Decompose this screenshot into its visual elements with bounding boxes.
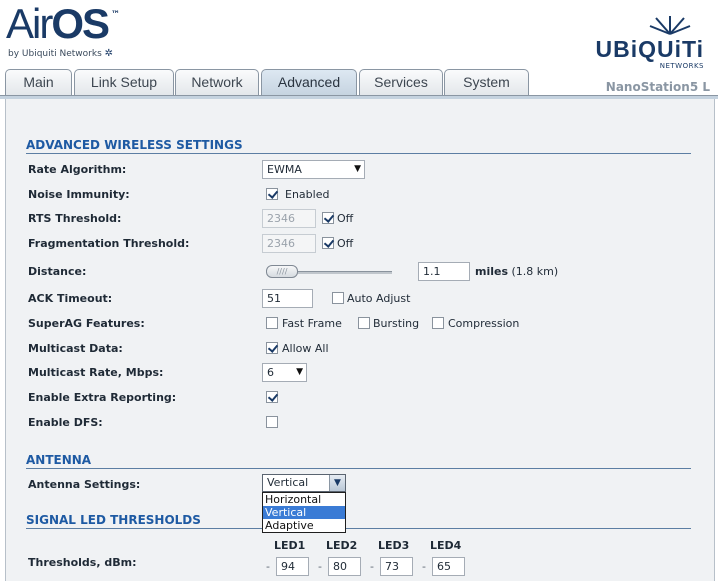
tab-system[interactable]: System: [444, 69, 529, 96]
compression-checkbox[interactable]: [432, 317, 444, 329]
led2-input[interactable]: 80: [328, 557, 361, 576]
rts-off-checkbox[interactable]: [322, 212, 334, 224]
led4-input[interactable]: 65: [432, 557, 465, 576]
rts-off-label: Off: [337, 212, 354, 225]
airos-logo: AirOS ™ by Ubiquiti Networks ✲: [6, 0, 120, 60]
led2-dash: -: [318, 560, 322, 573]
app-header: AirOS ™ by Ubiquiti Networks ✲ UBiQUiTi …: [0, 0, 718, 70]
distance-unit: miles: [475, 265, 509, 278]
led4-dash: -: [422, 560, 426, 573]
distance-converted: (1.8 km): [511, 265, 559, 278]
ack-timeout-label: ACK Timeout:: [28, 292, 113, 305]
tab-main[interactable]: Main: [5, 69, 72, 96]
logo-subtitle: by Ubiquiti Networks: [8, 49, 102, 59]
auto-adjust-checkbox[interactable]: [332, 292, 344, 304]
led1-dash: -: [266, 560, 270, 573]
section-title-wireless: ADVANCED WIRELESS SETTINGS: [26, 138, 691, 154]
led2-header: LED2: [326, 539, 358, 552]
auto-adjust-label: Auto Adjust: [347, 292, 411, 305]
distance-input[interactable]: 1.1: [418, 262, 470, 281]
antenna-options-list: Horizontal Vertical Adaptive: [262, 492, 346, 533]
dfs-label: Enable DFS:: [28, 416, 103, 429]
dropdown-arrow-icon: ▼: [354, 164, 361, 174]
antenna-settings-select[interactable]: Vertical ▼: [262, 474, 346, 492]
led3-dash: -: [370, 560, 374, 573]
dropdown-arrow-icon: ▼: [296, 367, 303, 377]
ubiquiti-star-icon: [649, 16, 691, 35]
rate-algorithm-label: Rate Algorithm:: [28, 163, 127, 176]
dfs-checkbox[interactable]: [266, 416, 278, 428]
multicast-rate-select[interactable]: 6 ▼: [262, 363, 307, 382]
bursting-label: Bursting: [373, 317, 420, 330]
compression-label: Compression: [448, 317, 520, 330]
tab-advanced[interactable]: Advanced: [261, 69, 357, 97]
dropdown-arrow-icon[interactable]: ▼: [329, 475, 345, 491]
frag-threshold-input[interactable]: 2346: [262, 234, 316, 253]
ack-timeout-input[interactable]: 51: [262, 289, 313, 308]
noise-immunity-enabled-label: Enabled: [285, 188, 330, 201]
antenna-option-horizontal[interactable]: Horizontal: [263, 493, 345, 506]
frag-off-label: Off: [337, 237, 354, 250]
antenna-option-vertical[interactable]: Vertical: [263, 506, 345, 519]
led3-input[interactable]: 73: [380, 557, 413, 576]
rate-algorithm-select[interactable]: EWMA ▼: [262, 160, 365, 179]
antenna-settings-label: Antenna Settings:: [28, 478, 141, 491]
frag-off-checkbox[interactable]: [322, 237, 334, 249]
led3-header: LED3: [378, 539, 410, 552]
section-title-led: SIGNAL LED THRESHOLDS: [26, 513, 691, 529]
led1-header: LED1: [274, 539, 306, 552]
extra-reporting-label: Enable Extra Reporting:: [28, 391, 177, 404]
distance-label: Distance:: [28, 265, 87, 278]
ubiquiti-mini-icon: ✲: [104, 48, 114, 59]
section-title-antenna: ANTENNA: [26, 453, 691, 469]
bursting-checkbox[interactable]: [358, 317, 370, 329]
superag-label: SuperAG Features:: [28, 317, 145, 330]
fast-frame-checkbox[interactable]: [266, 317, 278, 329]
multicast-data-label: Multicast Data:: [28, 342, 123, 355]
rts-threshold-input[interactable]: 2346: [262, 209, 316, 228]
multicast-rate-label: Multicast Rate, Mbps:: [28, 366, 164, 379]
allow-all-checkbox[interactable]: [266, 342, 278, 354]
extra-reporting-checkbox[interactable]: [266, 391, 278, 403]
led1-input[interactable]: 94: [276, 557, 309, 576]
rts-threshold-label: RTS Threshold:: [28, 212, 122, 225]
advanced-settings-panel: ADVANCED WIRELESS SETTINGS Rate Algorith…: [5, 99, 715, 581]
noise-immunity-checkbox[interactable]: [266, 188, 278, 200]
tab-network[interactable]: Network: [175, 69, 259, 96]
thresholds-label: Thresholds, dBm:: [28, 556, 137, 569]
frag-threshold-label: Fragmentation Threshold:: [28, 237, 190, 250]
device-name: NanoStation5 L: [605, 80, 710, 94]
distance-slider-handle[interactable]: ////: [266, 265, 298, 278]
tab-services[interactable]: Services: [359, 69, 443, 96]
led4-header: LED4: [430, 539, 462, 552]
antenna-option-adaptive[interactable]: Adaptive: [263, 519, 345, 532]
allow-all-label: Allow All: [282, 342, 329, 355]
fast-frame-label: Fast Frame: [282, 317, 342, 330]
noise-immunity-label: Noise Immunity:: [28, 188, 130, 201]
tab-link-setup[interactable]: Link Setup: [74, 69, 174, 96]
ubiquiti-logo: UBiQUiTi NETWORKS: [590, 14, 710, 70]
